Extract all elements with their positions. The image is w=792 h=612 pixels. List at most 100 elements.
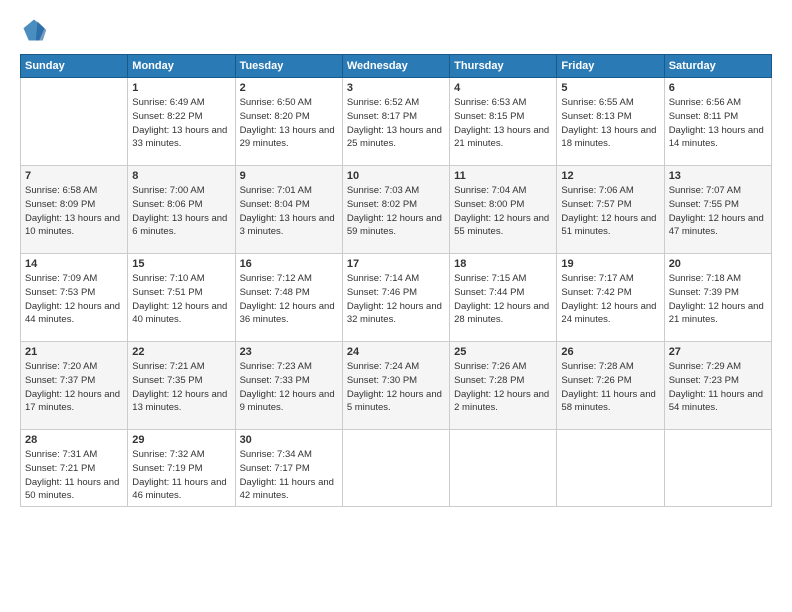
- day-number: 6: [669, 82, 767, 94]
- day-number: 1: [132, 82, 230, 94]
- day-number: 14: [25, 258, 123, 270]
- day-info: Sunrise: 7:24 AMSunset: 7:30 PMDaylight:…: [347, 360, 445, 415]
- day-info: Sunrise: 6:52 AMSunset: 8:17 PMDaylight:…: [347, 96, 445, 151]
- day-info: Sunrise: 7:26 AMSunset: 7:28 PMDaylight:…: [454, 360, 552, 415]
- calendar-cell: 29 Sunrise: 7:32 AMSunset: 7:19 PMDayligh…: [128, 430, 235, 507]
- calendar-cell: 21 Sunrise: 7:20 AMSunset: 7:37 PMDayligh…: [21, 342, 128, 430]
- calendar-week-2: 14 Sunrise: 7:09 AMSunset: 7:53 PMDayligh…: [21, 254, 772, 342]
- calendar-cell: [21, 78, 128, 166]
- calendar-cell: 17 Sunrise: 7:14 AMSunset: 7:46 PMDayligh…: [342, 254, 449, 342]
- day-info: Sunrise: 7:15 AMSunset: 7:44 PMDaylight:…: [454, 272, 552, 327]
- day-number: 25: [454, 346, 552, 358]
- day-info: Sunrise: 7:09 AMSunset: 7:53 PMDaylight:…: [25, 272, 123, 327]
- day-number: 18: [454, 258, 552, 270]
- calendar-cell: 25 Sunrise: 7:26 AMSunset: 7:28 PMDayligh…: [450, 342, 557, 430]
- calendar-cell: 10 Sunrise: 7:03 AMSunset: 8:02 PMDayligh…: [342, 166, 449, 254]
- day-info: Sunrise: 6:53 AMSunset: 8:15 PMDaylight:…: [454, 96, 552, 151]
- day-number: 24: [347, 346, 445, 358]
- day-info: Sunrise: 7:12 AMSunset: 7:48 PMDaylight:…: [240, 272, 338, 327]
- calendar-cell: 26 Sunrise: 7:28 AMSunset: 7:26 PMDayligh…: [557, 342, 664, 430]
- day-number: 3: [347, 82, 445, 94]
- day-number: 8: [132, 170, 230, 182]
- calendar-cell: 5Sunrise: 6:55 AMSunset: 8:13 PMDaylight…: [557, 78, 664, 166]
- day-info: Sunrise: 7:29 AMSunset: 7:23 PMDaylight:…: [669, 360, 767, 415]
- calendar-table: SundayMondayTuesdayWednesdayThursdayFrid…: [20, 54, 772, 507]
- day-info: Sunrise: 7:28 AMSunset: 7:26 PMDaylight:…: [561, 360, 659, 415]
- header-row: SundayMondayTuesdayWednesdayThursdayFrid…: [21, 55, 772, 78]
- col-header-sunday: Sunday: [21, 55, 128, 78]
- day-number: 2: [240, 82, 338, 94]
- calendar-cell: 4 Sunrise: 6:53 AMSunset: 8:15 PMDaylight…: [450, 78, 557, 166]
- logo: [20, 16, 52, 44]
- day-info: Sunrise: 7:07 AMSunset: 7:55 PMDaylight:…: [669, 184, 767, 239]
- day-info: Sunrise: 7:00 AMSunset: 8:06 PMDaylight:…: [132, 184, 230, 239]
- calendar-cell: 13 Sunrise: 7:07 AMSunset: 7:55 PMDayligh…: [664, 166, 771, 254]
- day-info: Sunrise: 7:01 AMSunset: 8:04 PMDaylight:…: [240, 184, 338, 239]
- col-header-saturday: Saturday: [664, 55, 771, 78]
- day-number: 17: [347, 258, 445, 270]
- col-header-friday: Friday: [557, 55, 664, 78]
- col-header-thursday: Thursday: [450, 55, 557, 78]
- day-info: Sunrise: 7:31 AMSunset: 7:21 PMDaylight:…: [25, 448, 123, 503]
- day-info: Sunrise: 7:14 AMSunset: 7:46 PMDaylight:…: [347, 272, 445, 327]
- calendar-cell: 9Sunrise: 7:01 AMSunset: 8:04 PMDaylight…: [235, 166, 342, 254]
- calendar-cell: 15 Sunrise: 7:10 AMSunset: 7:51 PMDayligh…: [128, 254, 235, 342]
- logo-icon: [20, 16, 48, 44]
- col-header-wednesday: Wednesday: [342, 55, 449, 78]
- calendar-cell: 6 Sunrise: 6:56 AMSunset: 8:11 PMDaylight…: [664, 78, 771, 166]
- day-number: 15: [132, 258, 230, 270]
- calendar-week-1: 7 Sunrise: 6:58 AMSunset: 8:09 PMDaylight…: [21, 166, 772, 254]
- day-info: Sunrise: 6:50 AMSunset: 8:20 PMDaylight:…: [240, 96, 338, 151]
- calendar-cell: 3 Sunrise: 6:52 AMSunset: 8:17 PMDaylight…: [342, 78, 449, 166]
- calendar-week-0: 1 Sunrise: 6:49 AMSunset: 8:22 PMDaylight…: [21, 78, 772, 166]
- calendar-cell: 27 Sunrise: 7:29 AMSunset: 7:23 PMDayligh…: [664, 342, 771, 430]
- calendar-cell: [664, 430, 771, 507]
- day-info: Sunrise: 7:20 AMSunset: 7:37 PMDaylight:…: [25, 360, 123, 415]
- day-number: 10: [347, 170, 445, 182]
- day-number: 4: [454, 82, 552, 94]
- calendar-cell: 20Sunrise: 7:18 AMSunset: 7:39 PMDayligh…: [664, 254, 771, 342]
- day-info: Sunrise: 6:58 AMSunset: 8:09 PMDaylight:…: [25, 184, 123, 239]
- calendar-cell: [342, 430, 449, 507]
- day-info: Sunrise: 6:49 AMSunset: 8:22 PMDaylight:…: [132, 96, 230, 151]
- calendar-cell: [557, 430, 664, 507]
- day-number: 19: [561, 258, 659, 270]
- day-number: 26: [561, 346, 659, 358]
- day-info: Sunrise: 7:03 AMSunset: 8:02 PMDaylight:…: [347, 184, 445, 239]
- day-number: 12: [561, 170, 659, 182]
- calendar-cell: 1 Sunrise: 6:49 AMSunset: 8:22 PMDaylight…: [128, 78, 235, 166]
- day-number: 13: [669, 170, 767, 182]
- calendar-cell: 8 Sunrise: 7:00 AMSunset: 8:06 PMDaylight…: [128, 166, 235, 254]
- calendar-cell: 18 Sunrise: 7:15 AMSunset: 7:44 PMDayligh…: [450, 254, 557, 342]
- calendar-cell: 19 Sunrise: 7:17 AMSunset: 7:42 PMDayligh…: [557, 254, 664, 342]
- day-info: Sunrise: 6:56 AMSunset: 8:11 PMDaylight:…: [669, 96, 767, 151]
- day-number: 7: [25, 170, 123, 182]
- day-number: 29: [132, 434, 230, 446]
- day-info: Sunrise: 7:06 AMSunset: 7:57 PMDaylight:…: [561, 184, 659, 239]
- day-number: 28: [25, 434, 123, 446]
- calendar-cell: 12 Sunrise: 7:06 AMSunset: 7:57 PMDayligh…: [557, 166, 664, 254]
- calendar-week-3: 21 Sunrise: 7:20 AMSunset: 7:37 PMDayligh…: [21, 342, 772, 430]
- day-info: Sunrise: 7:10 AMSunset: 7:51 PMDaylight:…: [132, 272, 230, 327]
- day-number: 30: [240, 434, 338, 446]
- page: SundayMondayTuesdayWednesdayThursdayFrid…: [0, 0, 792, 612]
- day-number: 20: [669, 258, 767, 270]
- day-info: Sunrise: 7:17 AMSunset: 7:42 PMDaylight:…: [561, 272, 659, 327]
- day-number: 23: [240, 346, 338, 358]
- calendar-cell: 2 Sunrise: 6:50 AMSunset: 8:20 PMDaylight…: [235, 78, 342, 166]
- day-info: Sunrise: 7:04 AMSunset: 8:00 PMDaylight:…: [454, 184, 552, 239]
- calendar-cell: 23Sunrise: 7:23 AMSunset: 7:33 PMDayligh…: [235, 342, 342, 430]
- day-number: 27: [669, 346, 767, 358]
- calendar-cell: 28 Sunrise: 7:31 AMSunset: 7:21 PMDayligh…: [21, 430, 128, 507]
- calendar-cell: 11 Sunrise: 7:04 AMSunset: 8:00 PMDayligh…: [450, 166, 557, 254]
- day-info: Sunrise: 7:32 AMSunset: 7:19 PMDaylight:…: [132, 448, 230, 503]
- calendar-cell: 7 Sunrise: 6:58 AMSunset: 8:09 PMDaylight…: [21, 166, 128, 254]
- day-number: 22: [132, 346, 230, 358]
- calendar-cell: [450, 430, 557, 507]
- calendar-cell: 22Sunrise: 7:21 AMSunset: 7:35 PMDayligh…: [128, 342, 235, 430]
- col-header-tuesday: Tuesday: [235, 55, 342, 78]
- day-number: 16: [240, 258, 338, 270]
- calendar-cell: 30Sunrise: 7:34 AMSunset: 7:17 PMDayligh…: [235, 430, 342, 507]
- day-number: 11: [454, 170, 552, 182]
- day-number: 21: [25, 346, 123, 358]
